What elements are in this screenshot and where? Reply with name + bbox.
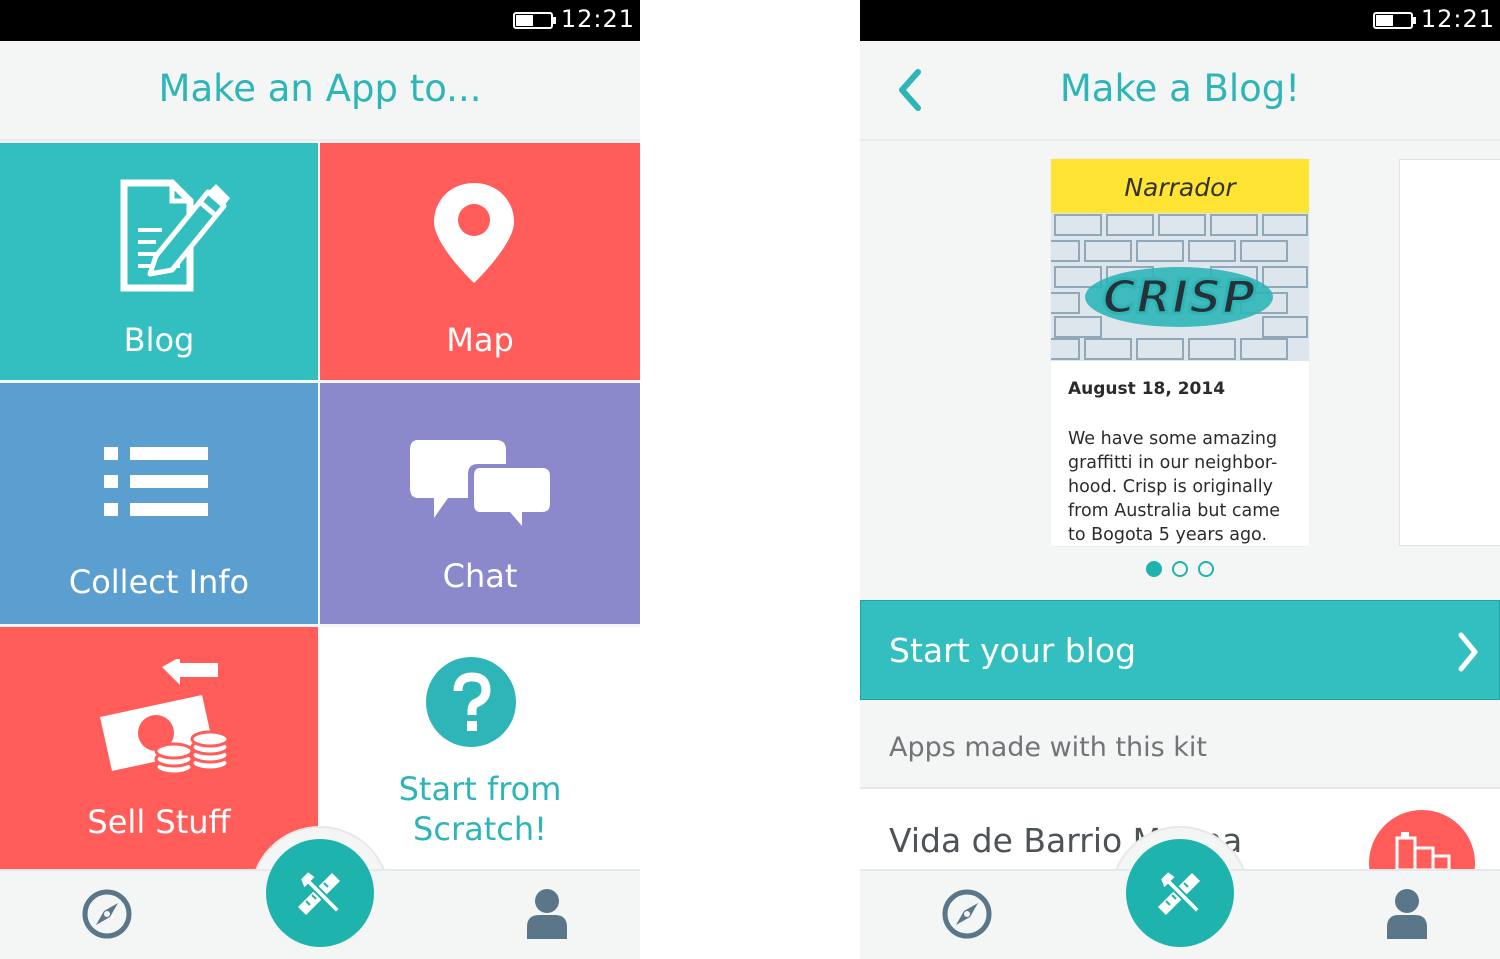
buildings-icon <box>1395 832 1451 870</box>
card-banner-title: Narrador <box>1124 173 1236 202</box>
battery-icon <box>1373 12 1416 29</box>
carousel-pagination <box>860 561 1500 583</box>
compass-icon[interactable] <box>80 887 134 941</box>
profile-icon[interactable] <box>1385 887 1429 939</box>
tile-label-chat: Chat <box>442 557 518 595</box>
tools-icon <box>1158 869 1202 915</box>
page-title: Make a Blog! <box>1059 67 1301 110</box>
graffiti-wall-image: CRISP <box>1051 213 1309 361</box>
tile-label-collect-info: Collect Info <box>68 563 250 601</box>
status-bar: 12:21 <box>0 0 640 41</box>
section-title: Apps made with this kit <box>889 732 1208 763</box>
map-pin-icon <box>434 183 514 283</box>
money-icon <box>100 659 230 776</box>
battery-icon <box>513 12 556 29</box>
section-header: Apps made with this kit <box>860 700 1500 789</box>
post-body: We have some amazing graffitti in our ne… <box>1068 427 1300 546</box>
tile-label-scratch-line2: Scratch! <box>413 810 547 848</box>
page-title: Make an App to... <box>158 67 482 110</box>
tile-blog[interactable]: Blog <box>0 143 318 380</box>
template-preview-card-next[interactable] <box>1399 159 1500 546</box>
chat-bubbles-icon <box>410 440 554 532</box>
template-preview-card[interactable]: Narrador CRISP August 18, 2014 We have s… <box>1051 159 1309 546</box>
post-body-line: from Australia but came <box>1068 501 1281 521</box>
app-screen-make-app: 12:21 Make an App to... Blog Map Collect… <box>0 0 640 959</box>
compass-icon[interactable] <box>940 887 994 941</box>
status-bar: 12:21 <box>860 0 1500 41</box>
chevron-right-icon <box>1458 632 1478 672</box>
tile-label-scratch-line1: Start from <box>398 770 562 808</box>
post-body-line: graffitti in our neighbor- <box>1068 453 1278 473</box>
pagination-dot[interactable] <box>1198 561 1214 577</box>
question-icon <box>426 657 516 747</box>
template-carousel[interactable]: Narrador CRISP August 18, 2014 We have s… <box>860 141 1500 600</box>
tile-start-from-scratch[interactable]: Start from Scratch! <box>320 627 640 871</box>
start-blog-button[interactable]: Start your blog <box>860 600 1500 700</box>
tile-label-map: Map <box>446 321 514 359</box>
start-blog-label: Start your blog <box>889 631 1137 670</box>
post-body-line: to Bogota 5 years ago. <box>1068 525 1268 545</box>
tile-label-sell-stuff: Sell Stuff <box>87 803 231 841</box>
status-time: 12:21 <box>560 5 635 33</box>
tile-map[interactable]: Map <box>320 143 640 380</box>
nav-build-button[interactable] <box>1126 839 1234 947</box>
profile-icon[interactable] <box>525 887 569 939</box>
post-date: August 18, 2014 <box>1068 379 1226 399</box>
pagination-dot[interactable] <box>1172 561 1188 577</box>
app-screen-make-blog: 12:21 Make a Blog! Narrador CRISP August… <box>860 0 1500 959</box>
post-body-line: We have some amazing <box>1068 429 1278 449</box>
graffiti-text: CRISP <box>1102 270 1255 324</box>
tile-chat[interactable]: Chat <box>320 383 640 624</box>
nav-build-button[interactable] <box>266 839 374 947</box>
list-icon <box>104 447 208 516</box>
tools-icon <box>298 869 342 915</box>
post-body-line: hood. Crisp is originally <box>1068 477 1273 497</box>
tile-label-blog: Blog <box>123 321 195 359</box>
header: Make an App to... <box>0 41 640 141</box>
pagination-dot-active[interactable] <box>1146 561 1162 577</box>
status-time: 12:21 <box>1420 5 1495 33</box>
header: Make a Blog! <box>860 41 1500 141</box>
blog-edit-icon <box>120 179 230 292</box>
tile-sell-stuff[interactable]: Sell Stuff <box>0 627 318 871</box>
tile-collect-info[interactable]: Collect Info <box>0 383 318 624</box>
